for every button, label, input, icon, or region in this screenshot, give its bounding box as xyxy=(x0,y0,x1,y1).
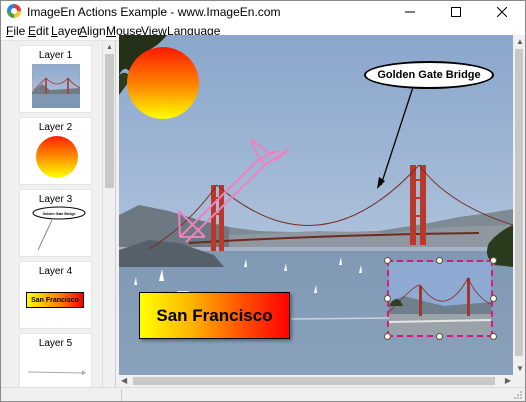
layer-thumbnail-callout: Golden Gate Bridge xyxy=(32,206,86,251)
menu-align[interactable]: Align xyxy=(79,24,106,38)
window-title: ImageEn Actions Example - www.ImageEn.co… xyxy=(27,5,281,19)
layer-item-4[interactable]: Layer 4 San Francisco xyxy=(19,261,92,329)
menu-edit[interactable]: Edit xyxy=(28,24,49,38)
canvas-vertical-scroll-thumb[interactable] xyxy=(515,49,523,356)
resize-handle-nw[interactable] xyxy=(384,257,391,264)
maximize-icon xyxy=(451,6,461,17)
scroll-up-arrow-icon[interactable]: ▲ xyxy=(516,37,524,47)
layer-thumbnail-text: San Francisco xyxy=(26,292,84,308)
layers-scrollbar[interactable]: ▲ xyxy=(102,41,115,387)
canvas-vertical-scrollbar[interactable]: ▲ ▼ xyxy=(513,35,525,375)
resize-handle-sw[interactable] xyxy=(384,333,391,340)
scroll-up-arrow-icon[interactable]: ▲ xyxy=(105,42,114,52)
resize-handle-se[interactable] xyxy=(490,333,497,340)
resize-handle-w[interactable] xyxy=(384,295,391,302)
resize-handle-e[interactable] xyxy=(490,295,497,302)
scroll-down-arrow-icon[interactable]: ▼ xyxy=(516,364,524,374)
minimize-button[interactable] xyxy=(387,1,433,22)
layer-label: Layer 2 xyxy=(38,122,73,133)
close-button[interactable] xyxy=(479,1,525,22)
layer-label: Layer 4 xyxy=(38,266,73,277)
maximize-button[interactable] xyxy=(433,1,479,22)
app-icon xyxy=(7,4,21,18)
layer-thumbnail-circle xyxy=(36,136,78,178)
canvas-horizontal-scroll-thumb[interactable] xyxy=(133,377,495,385)
minimize-icon xyxy=(405,11,415,12)
resize-handle-s[interactable] xyxy=(436,333,443,340)
layers-panel: Layer 1 Layer 2 Layer 3 Golden Gate Brid… xyxy=(2,41,116,387)
app-window: ImageEn Actions Example - www.ImageEn.co… xyxy=(0,0,526,402)
resize-grip-icon[interactable] xyxy=(513,390,523,400)
selected-photo-layer[interactable] xyxy=(387,260,493,337)
selected-layer-thumbnail xyxy=(389,262,491,335)
layer-item-3[interactable]: Layer 3 Golden Gate Bridge xyxy=(19,189,92,257)
canvas-horizontal-scrollbar[interactable]: ◀ ▶ xyxy=(119,375,513,387)
callout-layer[interactable]: Golden Gate Bridge xyxy=(364,61,494,89)
title-bar: ImageEn Actions Example - www.ImageEn.co… xyxy=(1,1,525,22)
layer-item-5[interactable]: Layer 5 xyxy=(19,333,92,387)
layer-label: Layer 5 xyxy=(38,338,73,349)
layer-item-2[interactable]: Layer 2 xyxy=(19,117,92,185)
layer-label: Layer 3 xyxy=(38,194,73,205)
resize-handle-ne[interactable] xyxy=(490,257,497,264)
svg-text:Golden Gate Bridge: Golden Gate Bridge xyxy=(43,212,76,216)
status-bar xyxy=(1,387,525,401)
layer-thumbnail-photo xyxy=(32,64,80,108)
layer-item-1[interactable]: Layer 1 xyxy=(19,45,92,113)
scroll-left-arrow-icon[interactable]: ◀ xyxy=(121,376,127,386)
menu-layer[interactable]: Layer xyxy=(51,24,81,38)
status-separator xyxy=(121,389,122,401)
text-layer-san-francisco[interactable]: San Francisco xyxy=(139,292,290,339)
scroll-right-arrow-icon[interactable]: ▶ xyxy=(505,376,511,386)
layers-scrollbar-thumb[interactable] xyxy=(105,54,114,188)
resize-handle-n[interactable] xyxy=(436,257,443,264)
image-canvas[interactable]: Golden Gate Bridge San Francisco xyxy=(119,35,513,375)
gradient-circle-layer xyxy=(127,47,199,119)
layer-label: Layer 1 xyxy=(38,50,73,61)
layer-thumbnail-line xyxy=(27,370,86,375)
menu-file[interactable]: File xyxy=(6,24,25,38)
close-icon xyxy=(497,6,507,17)
